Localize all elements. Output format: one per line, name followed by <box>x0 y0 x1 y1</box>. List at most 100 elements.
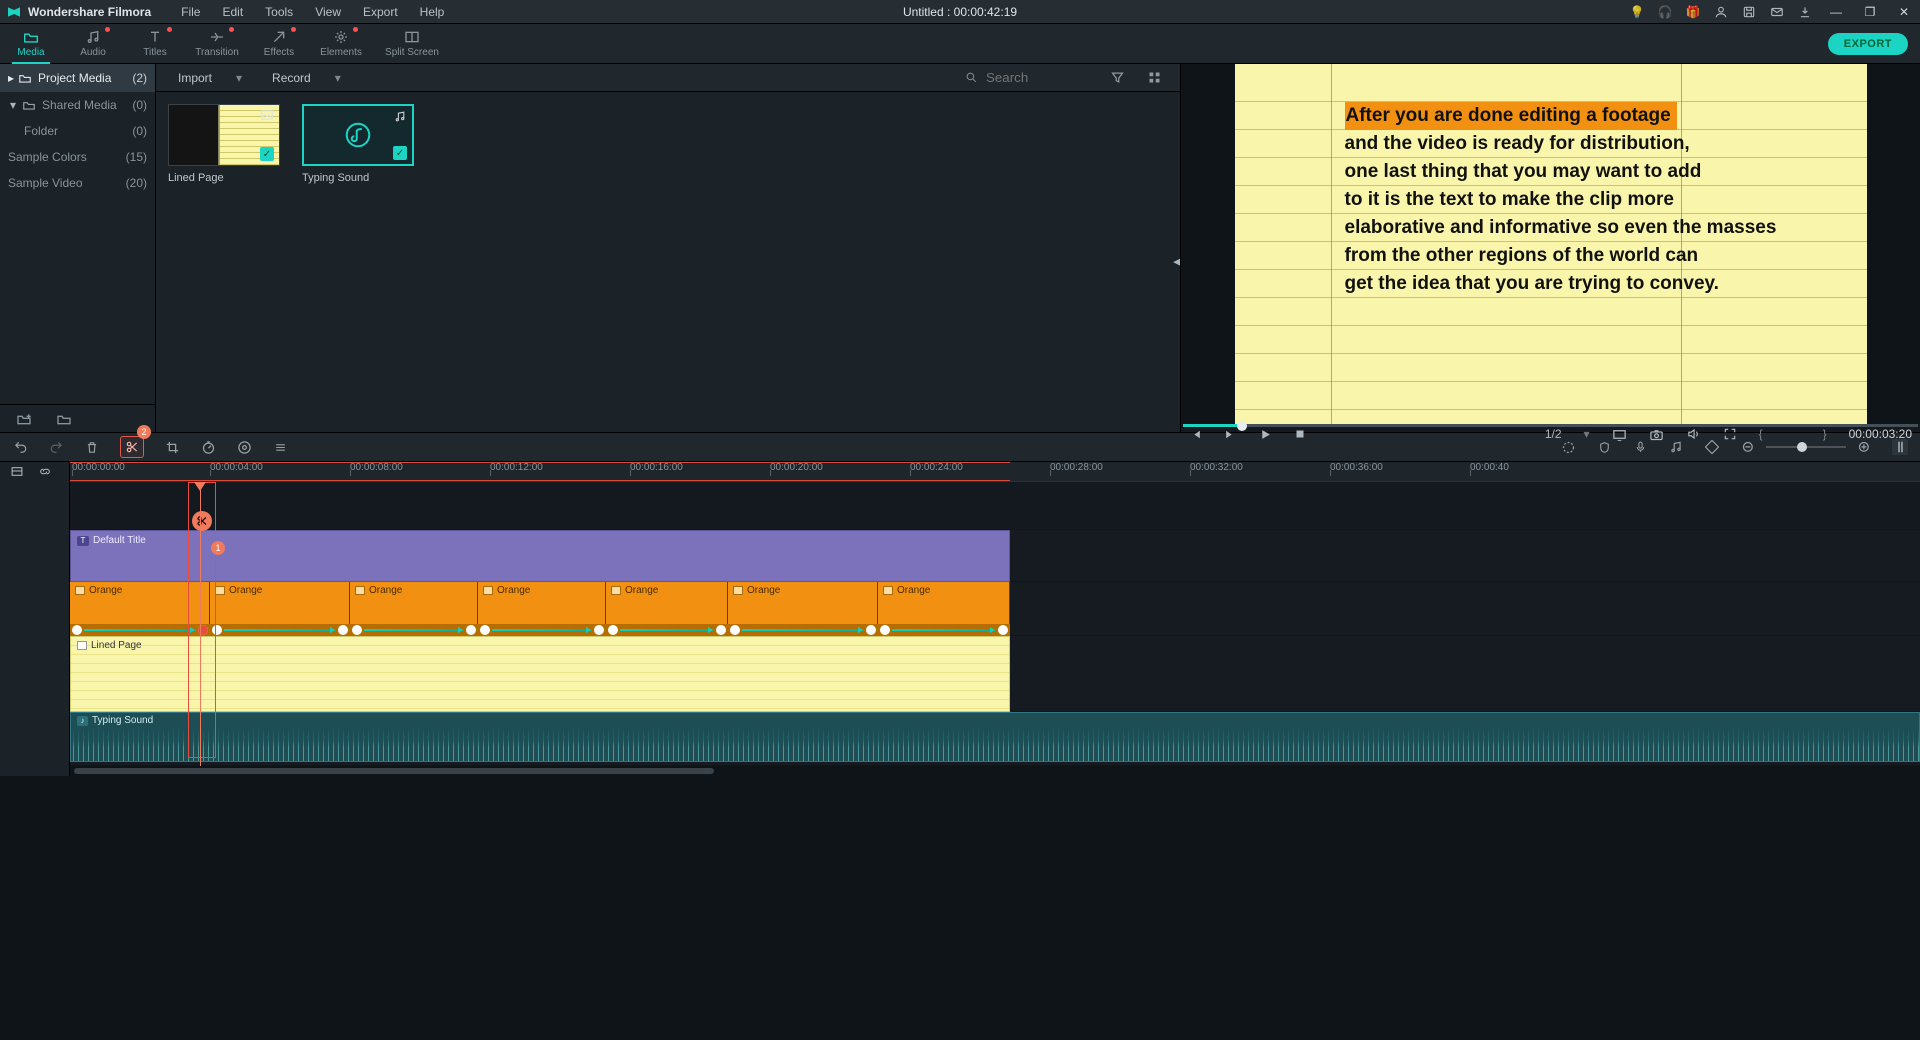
preview-scrubber[interactable] <box>1181 424 1920 427</box>
image-icon <box>260 109 274 121</box>
prev-frame-button[interactable] <box>1189 428 1202 441</box>
zoom-slider[interactable] <box>1766 446 1846 448</box>
tab-media[interactable]: Media <box>0 24 62 64</box>
tab-titles[interactable]: Titles <box>124 24 186 64</box>
window-maximize[interactable]: ❐ <box>1860 5 1880 19</box>
volume-icon[interactable] <box>1686 427 1701 441</box>
delete-button[interactable] <box>84 439 100 455</box>
search-input[interactable] <box>984 69 1094 86</box>
timeline: 00:00:00:00 00:00:04:00 00:00:08:00 00:0… <box>0 462 1920 776</box>
menu-edit[interactable]: Edit <box>212 2 253 22</box>
menu-file[interactable]: File <box>171 2 210 22</box>
media-tree: ▸ Project Media (2) ▾ Shared Media (0) F… <box>0 64 156 432</box>
save-icon[interactable] <box>1742 5 1756 19</box>
track-text-2[interactable]: T2 OrangeOrangeOrangeOrangeOrangeOrangeO… <box>70 582 1920 636</box>
render-icon[interactable] <box>1560 439 1576 455</box>
speed-button[interactable] <box>200 439 216 455</box>
crop-button[interactable] <box>164 439 180 455</box>
clip-default-title[interactable]: TDefault Title <box>70 530 1010 582</box>
fullscreen-icon[interactable] <box>1723 427 1737 441</box>
timeline-link-icon[interactable] <box>38 465 52 478</box>
split-screen-icon <box>404 29 420 45</box>
playhead[interactable] <box>200 482 201 766</box>
track-video-1[interactable]: T1 Lined Page <box>70 636 1920 712</box>
clip-orange[interactable]: Orange <box>878 582 1010 624</box>
mail-icon[interactable] <box>1770 5 1784 19</box>
tree-sample-video[interactable]: Sample Video (20) <box>0 170 155 196</box>
grid-view-icon[interactable] <box>1141 70 1168 85</box>
tab-transition[interactable]: Transition <box>186 24 248 64</box>
snapshot-icon[interactable] <box>1649 428 1664 441</box>
timeline-options-icon[interactable] <box>10 465 24 478</box>
tab-audio[interactable]: Audio <box>62 24 124 64</box>
redo-button[interactable] <box>48 439 64 455</box>
download-icon[interactable] <box>1798 5 1812 19</box>
tree-shared-media[interactable]: ▾ Shared Media (0) <box>0 92 155 118</box>
add-folder-icon[interactable] <box>16 412 32 426</box>
music-small-icon <box>393 110 407 123</box>
track-audio-1[interactable]: A1 ♪Typing Sound <box>70 712 1920 766</box>
tab-split-screen[interactable]: Split Screen <box>372 24 452 64</box>
window-close[interactable]: ✕ <box>1894 5 1914 19</box>
clip-orange[interactable]: Orange <box>728 582 878 624</box>
import-dropdown[interactable]: Import▾ <box>168 65 252 91</box>
elements-icon <box>333 29 349 45</box>
clip-orange[interactable]: Orange <box>210 582 350 624</box>
audio-mixer-icon[interactable] <box>1668 439 1684 455</box>
gift-icon[interactable]: 🎁 <box>1686 5 1700 19</box>
settings-button[interactable] <box>272 439 288 455</box>
clip-lined-page[interactable]: Lined Page <box>70 636 1010 712</box>
tree-sample-colors[interactable]: Sample Colors (15) <box>0 144 155 170</box>
zoom-fit-button[interactable] <box>1892 439 1908 455</box>
media-item-typing-sound[interactable]: ✓ Typing Sound <box>302 104 414 184</box>
split-button[interactable] <box>120 436 144 458</box>
color-button[interactable] <box>236 439 252 455</box>
stop-button[interactable] <box>1294 428 1306 440</box>
zoom-out-button[interactable] <box>1740 439 1756 455</box>
next-frame-button[interactable] <box>1224 428 1237 441</box>
open-folder-icon[interactable] <box>56 412 72 426</box>
tree-project-media[interactable]: ▸ Project Media (2) <box>0 64 155 92</box>
keyframe-icon[interactable] <box>1704 439 1720 455</box>
tab-elements[interactable]: Elements <box>310 24 372 64</box>
headphones-icon[interactable]: 🎧 <box>1658 5 1672 19</box>
preview-canvas: After you are done editing a footage and… <box>1235 64 1867 424</box>
menu-export[interactable]: Export <box>353 2 408 22</box>
undo-button[interactable] <box>12 439 28 455</box>
preview-text: After you are done editing a footage and… <box>1345 102 1827 298</box>
document-title: Untitled : 00:00:42:19 <box>903 5 1017 19</box>
app-name: Wondershare Filmora <box>28 5 151 19</box>
search-icon <box>965 71 978 84</box>
window-minimize[interactable]: — <box>1826 5 1846 19</box>
clip-orange[interactable]: Orange <box>606 582 728 624</box>
account-icon[interactable] <box>1714 5 1728 19</box>
collapse-handle-icon[interactable]: ◀ <box>1173 257 1180 268</box>
menu-view[interactable]: View <box>305 2 351 22</box>
title-bar: Wondershare Filmora File Edit Tools View… <box>0 0 1920 24</box>
timeline-scrollbar[interactable] <box>70 766 1920 776</box>
display-icon[interactable] <box>1612 428 1627 441</box>
track-text-3[interactable]: T3 TDefault Title <box>70 530 1920 582</box>
filter-icon[interactable] <box>1104 70 1131 85</box>
tree-folder[interactable]: Folder (0) <box>0 118 155 144</box>
media-item-lined-page[interactable]: ✓ Lined Page <box>168 104 280 184</box>
export-button[interactable]: EXPORT <box>1828 33 1908 55</box>
menu-help[interactable]: Help <box>410 2 455 22</box>
menu-tools[interactable]: Tools <box>255 2 303 22</box>
marker-shield-icon[interactable] <box>1596 439 1612 455</box>
editor-tab-row: Media Audio Titles Transition Effects El… <box>0 24 1920 64</box>
clip-typing-sound[interactable]: ♪Typing Sound <box>70 712 1920 762</box>
voiceover-icon[interactable] <box>1632 439 1648 455</box>
record-dropdown[interactable]: Record▾ <box>262 65 351 91</box>
idea-icon[interactable]: 💡 <box>1630 5 1644 19</box>
clip-orange[interactable]: Orange <box>350 582 478 624</box>
clip-orange[interactable]: Orange <box>478 582 606 624</box>
timeline-ruler[interactable]: 00:00:00:00 00:00:04:00 00:00:08:00 00:0… <box>70 462 1920 482</box>
audio-icon <box>343 120 373 150</box>
search-box[interactable] <box>965 69 1094 86</box>
tab-effects[interactable]: Effects <box>248 24 310 64</box>
play-button[interactable] <box>1259 428 1272 441</box>
music-icon <box>85 29 101 45</box>
clip-orange[interactable]: Orange <box>70 582 210 624</box>
zoom-in-button[interactable] <box>1856 439 1872 455</box>
